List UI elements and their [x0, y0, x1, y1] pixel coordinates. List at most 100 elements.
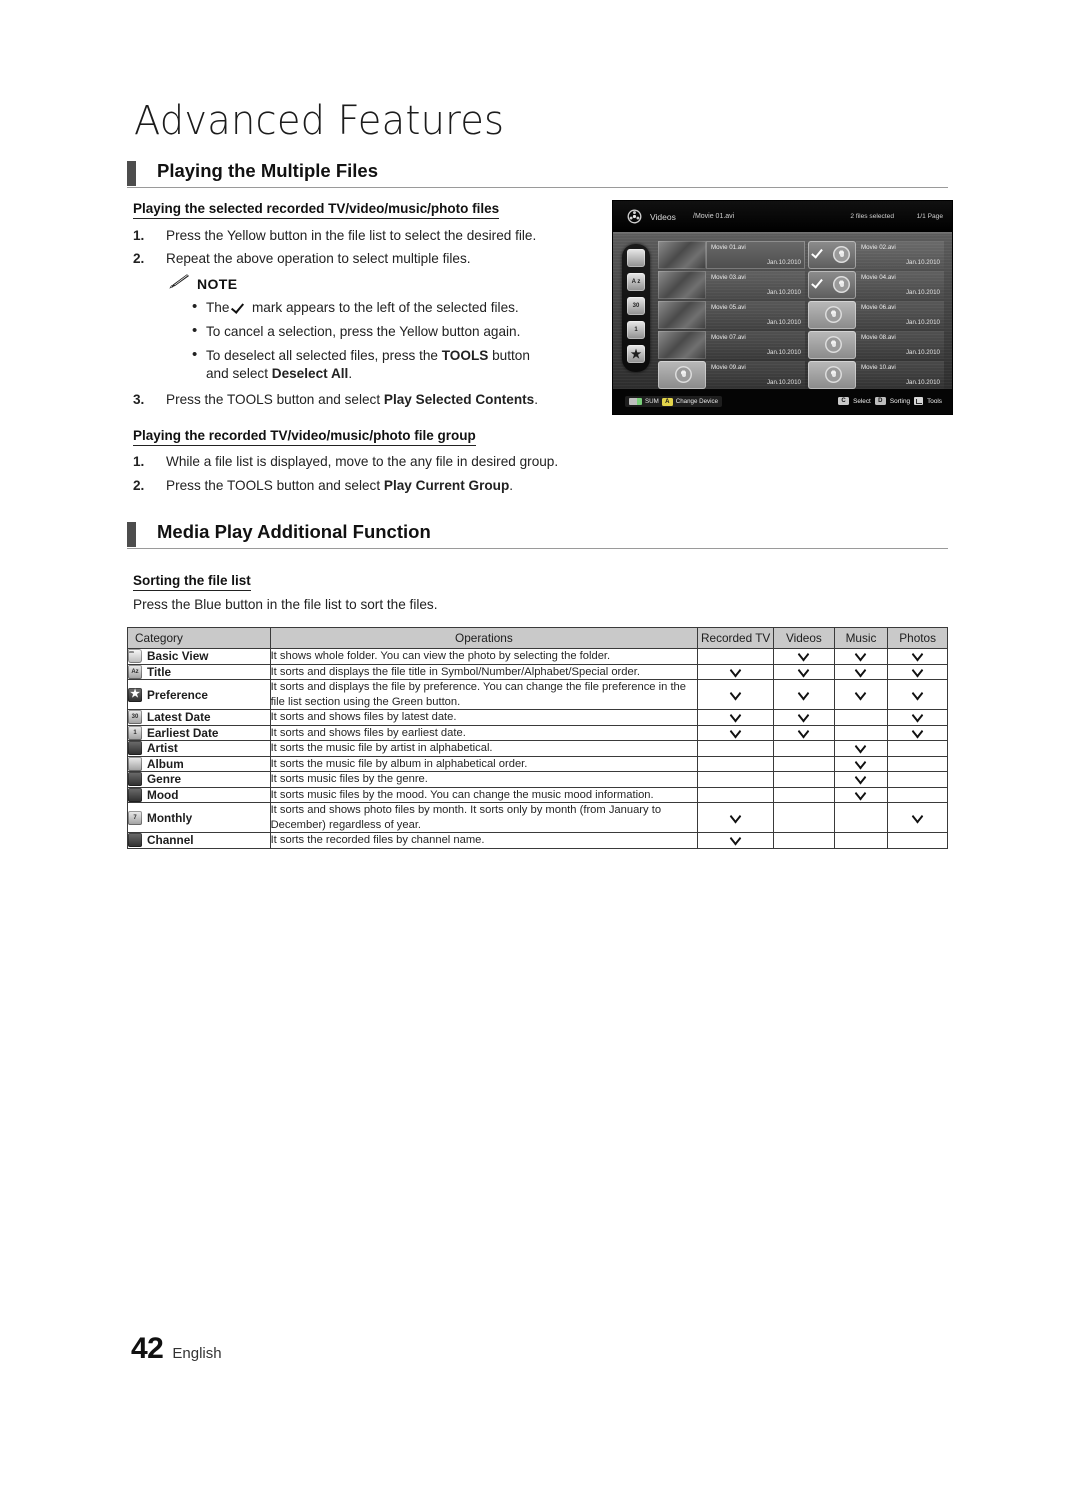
file-item[interactable]: Movie 02.avi Jan.10.2010	[856, 241, 944, 269]
row-category: 1 Earliest Date	[127, 724, 271, 741]
monthly-icon: 7	[128, 810, 142, 825]
category-label: Mood	[147, 787, 179, 802]
key-c-icon[interactable]: C	[838, 397, 850, 405]
file-name: Movie 07.avi	[711, 334, 746, 341]
note-text-prefix: The	[206, 300, 234, 315]
file-name: Movie 05.avi	[711, 304, 746, 311]
mood-icon	[128, 787, 142, 802]
sorting-label: Sorting	[889, 397, 911, 405]
step-number: 2.	[133, 251, 145, 266]
note-text-line2: and select	[206, 365, 272, 381]
step-text: Press the Yellow button in the file list…	[166, 228, 537, 243]
mark-music	[833, 786, 889, 803]
step-item: 3. Press the TOOLS button and select Pla…	[133, 391, 538, 408]
row-operations: It sorts the recorded files by channel n…	[269, 832, 699, 849]
file-thumbnail	[658, 301, 706, 329]
file-item[interactable]: Movie 07.avi Jan.10.2010	[706, 331, 805, 359]
file-date: Jan.10.2010	[766, 379, 801, 386]
check-chevron-icon	[797, 651, 810, 659]
column-header-videos: Videos	[773, 627, 835, 649]
mark-videos	[773, 832, 835, 849]
tv-sort-sidebar[interactable]: A z 30 1 ★	[622, 244, 650, 372]
check-chevron-icon	[729, 813, 742, 821]
tv-file-grid[interactable]: Movie 01.avi Jan.10.2010 Movie 02.avi Ja…	[658, 240, 944, 390]
file-item[interactable]: Movie 05.avi Jan.10.2010	[706, 301, 805, 329]
file-item[interactable]: Movie 10.avi Jan.10.2010	[856, 361, 944, 389]
file-name: Movie 04.avi	[861, 274, 896, 281]
table-row: Basic View It shows whole folder. You ca…	[127, 648, 948, 665]
mark-videos	[773, 709, 835, 726]
file-item[interactable]: Movie 03.avi Jan.10.2010	[706, 271, 805, 299]
mark-recorded-tv	[697, 663, 775, 680]
step-text-suffix: .	[509, 478, 514, 493]
column-header-music: Music	[833, 627, 889, 649]
table-row: 7 Monthly It sorts and shows photo files …	[127, 802, 948, 833]
file-item[interactable]: Movie 06.avi Jan.10.2010	[856, 301, 944, 329]
preference-star-icon[interactable]: ★	[627, 345, 645, 363]
check-chevron-icon	[911, 728, 924, 736]
file-item[interactable]: Movie 08.avi Jan.10.2010	[856, 331, 944, 359]
tools-icon[interactable]	[914, 397, 924, 405]
tv-footer-bar: SUM A Change Device C Select D Sorting T…	[613, 389, 952, 414]
check-chevron-icon	[797, 690, 810, 698]
tools-keyword: TOOLS	[226, 478, 273, 493]
table-row: Album It sorts the music file by album i…	[127, 755, 948, 772]
category-label: Latest Date	[147, 710, 211, 725]
latest-date-icon[interactable]: 30	[627, 297, 645, 315]
bullet-dot: •	[192, 322, 198, 339]
file-date: Jan.10.2010	[766, 349, 801, 356]
row-category: Basic View	[127, 648, 271, 665]
mark-recorded-tv	[697, 755, 775, 772]
file-item[interactable]: Movie 01.avi Jan.10.2010	[706, 241, 805, 269]
note-text-mid: button	[488, 348, 530, 363]
check-chevron-icon	[911, 651, 924, 659]
row-category: Mood	[127, 786, 271, 803]
folder-icon[interactable]	[627, 249, 645, 267]
file-grid-row: Movie 01.avi Jan.10.2010 Movie 02.avi Ja…	[658, 240, 944, 270]
tools-keyword: TOOLS	[226, 392, 273, 407]
row-operations: It sorts and displays the file title in …	[269, 663, 699, 680]
file-reel-thumbnail	[808, 361, 856, 389]
mark-recorded-tv	[697, 648, 775, 665]
row-category: Album	[127, 755, 271, 772]
check-chevron-icon	[729, 667, 742, 675]
row-operations: It sorts and shows files by earliest dat…	[269, 724, 699, 741]
file-date: Jan.10.2010	[766, 259, 801, 266]
table-row: Artist It sorts the music file by artist…	[127, 740, 948, 757]
step-item: 1. Press the Yellow button in the file l…	[133, 227, 536, 244]
key-d-icon[interactable]: D	[874, 397, 886, 405]
mark-photos	[887, 755, 948, 772]
mark-videos	[773, 740, 835, 757]
check-chevron-icon	[729, 835, 742, 843]
mark-photos	[887, 740, 948, 757]
file-date: Jan.10.2010	[905, 379, 940, 386]
section-accent-bar	[127, 161, 136, 186]
star-icon	[128, 687, 142, 702]
earliest-date-icon[interactable]: 1	[627, 321, 645, 339]
device-name: SUM	[645, 398, 659, 405]
title-sort-icon[interactable]: A z	[627, 273, 645, 291]
bullet-dot: •	[192, 346, 198, 363]
mark-music	[833, 679, 889, 710]
note-text: To cancel a selection, press the Yellow …	[206, 324, 521, 339]
file-item[interactable]: Movie 04.avi Jan.10.2010	[856, 271, 944, 299]
category-label: Title	[147, 664, 172, 679]
mark-recorded-tv	[697, 832, 775, 849]
table-row: Channel It sorts the recorded files by c…	[127, 832, 948, 849]
key-a-icon[interactable]: A	[661, 397, 673, 406]
mark-music	[833, 755, 889, 772]
mark-photos	[887, 771, 948, 788]
artist-icon	[128, 741, 142, 756]
section-accent-bar	[127, 522, 136, 547]
table-header-row: Category Operations Recorded TV Videos M…	[127, 627, 948, 649]
title-icon: Az	[128, 664, 142, 679]
tv-header-bar: Videos /Movie 01.avi 2 files selected 1/…	[613, 201, 952, 232]
step-number: 1.	[133, 228, 145, 243]
mark-videos	[773, 755, 835, 772]
note-text-line2-suffix: .	[348, 365, 353, 381]
category-label: Earliest Date	[147, 725, 219, 740]
file-date: Jan.10.2010	[766, 319, 801, 326]
row-category: Artist	[127, 740, 271, 757]
file-item[interactable]: Movie 09.avi Jan.10.2010	[706, 361, 805, 389]
check-chevron-icon	[729, 690, 742, 698]
